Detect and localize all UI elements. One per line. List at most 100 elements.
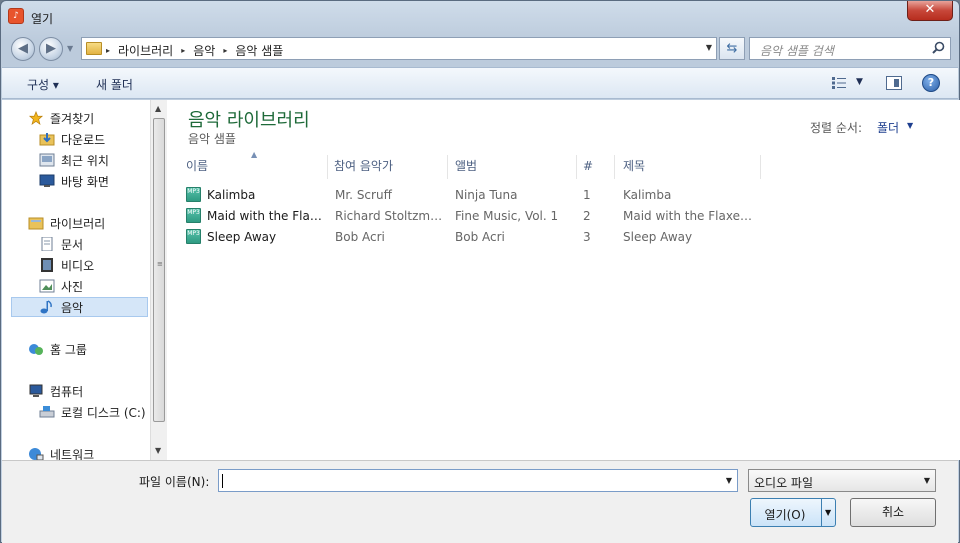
nav-item-desktop[interactable]: 바탕 화면 xyxy=(39,171,109,191)
music-note-icon xyxy=(40,300,52,314)
file-album: Ninja Tuna xyxy=(455,188,518,202)
star-icon xyxy=(28,111,44,125)
preview-pane-icon[interactable] xyxy=(886,76,902,90)
file-row-kalimba[interactable]: MP3 Kalimba Mr. Scruff Ninja Tuna 1 Kali… xyxy=(186,185,766,205)
scrollbar-grip: ≡ xyxy=(157,260,163,268)
search-icon[interactable] xyxy=(932,41,945,54)
nav-item-label: 최근 위치 xyxy=(61,153,109,168)
breadcrumb-separator[interactable]: ▸ xyxy=(181,46,185,55)
file-title: Kalimba xyxy=(623,188,672,202)
nav-item-label: 로컬 디스크 (C:) xyxy=(61,405,146,420)
breadcrumb: ▸ 라이브러리 ▸ 음악 ▸ 음악 샘플 xyxy=(106,42,283,59)
nav-item-label: 다운로드 xyxy=(61,132,106,147)
homegroup-icon xyxy=(29,344,43,355)
split-divider xyxy=(821,499,822,526)
scroll-up-arrow[interactable]: ▲ xyxy=(155,104,161,113)
nav-libraries[interactable]: 라이브러리 xyxy=(28,213,105,233)
file-title: Maid with the Flaxen ... xyxy=(623,209,758,223)
file-artist: Bob Acri xyxy=(335,230,385,244)
file-artist: Mr. Scruff xyxy=(335,188,392,202)
view-options-dropdown[interactable]: ▼ xyxy=(856,77,863,87)
breadcrumb-libraries[interactable]: 라이브러리 xyxy=(118,42,173,59)
scrollbar-thumb[interactable]: ≡ xyxy=(153,118,165,422)
network-icon xyxy=(29,448,44,460)
back-button[interactable]: ◀ xyxy=(11,37,35,61)
nav-item-downloads[interactable]: 다운로드 xyxy=(39,129,105,149)
address-dropdown[interactable]: ▼ xyxy=(706,43,712,52)
open-options-dropdown[interactable]: ▼ xyxy=(825,508,831,517)
breadcrumb-music-samples[interactable]: 음악 샘플 xyxy=(235,42,283,59)
nav-item-videos[interactable]: 비디오 xyxy=(39,255,94,275)
change-view-icon[interactable] xyxy=(832,77,846,89)
breadcrumb-separator[interactable]: ▸ xyxy=(223,46,227,55)
nav-item-recent-places[interactable]: 최근 위치 xyxy=(39,150,109,170)
open-button[interactable]: 열기(O) ▼ xyxy=(750,498,836,527)
computer-icon xyxy=(29,384,43,397)
file-title: Sleep Away xyxy=(623,230,693,244)
nav-network-label: 네트워크 xyxy=(50,447,95,461)
cancel-button[interactable]: 취소 xyxy=(850,498,936,527)
nav-item-label: 비디오 xyxy=(61,258,95,273)
open-button-label: 열기(O) xyxy=(764,508,806,522)
recent-pages-dropdown[interactable]: ▼ xyxy=(67,44,73,53)
library-title: 음악 라이브러리 xyxy=(188,110,310,131)
search-input[interactable]: 음악 샘플 검색 xyxy=(749,37,951,60)
recent-places-icon xyxy=(39,153,55,167)
window-title: 열기 xyxy=(31,12,54,26)
column-header-album[interactable]: 앨범 xyxy=(455,155,577,179)
refresh-button[interactable]: ⇆ xyxy=(719,37,745,60)
file-name: Kalimba xyxy=(207,188,256,202)
file-name-input[interactable]: ▼ xyxy=(218,469,738,492)
nav-favorites[interactable]: 즐겨찾기 xyxy=(28,108,94,128)
close-button[interactable]: ✕ xyxy=(907,1,953,21)
nav-item-music[interactable]: 음악 xyxy=(11,297,148,317)
nav-favorites-label: 즐겨찾기 xyxy=(50,111,95,126)
column-header-name[interactable]: 이름 xyxy=(186,155,328,179)
breadcrumb-separator[interactable]: ▸ xyxy=(106,46,110,55)
file-track-number: 3 xyxy=(583,230,591,244)
file-name-history-dropdown[interactable]: ▼ xyxy=(726,476,732,485)
nav-network[interactable]: 네트워크 xyxy=(28,444,94,460)
file-type-value: 오디오 파일 xyxy=(754,476,814,490)
nav-item-local-disk[interactable]: 로컬 디스크 (C:) xyxy=(39,402,146,422)
organize-button[interactable]: 구성 ▾ xyxy=(27,76,59,93)
file-type-select[interactable]: 오디오 파일 ▼ xyxy=(748,469,936,492)
file-track-number: 2 xyxy=(583,209,591,223)
navigation-scrollbar[interactable]: ▲ ≡ ▼ xyxy=(150,100,167,460)
nav-item-documents[interactable]: 문서 xyxy=(39,234,83,254)
library-subtitle: 음악 샘플 xyxy=(188,132,236,146)
local-disk-icon xyxy=(39,406,55,418)
title-bar[interactable]: ♪ 열기 ✕ xyxy=(1,1,959,33)
desktop-icon xyxy=(39,174,55,187)
scroll-down-arrow[interactable]: ▼ xyxy=(155,446,161,455)
file-list-pane: 음악 라이브러리 음악 샘플 정렬 순서: 폴더 ▼ ▲ 이름 참여 음악가 앨… xyxy=(167,100,960,460)
sort-by-label: 정렬 순서: xyxy=(810,121,863,135)
sort-by-dropdown[interactable]: 폴더 xyxy=(877,119,899,136)
column-header-artist[interactable]: 참여 음악가 xyxy=(334,155,448,179)
column-header-title[interactable]: 제목 xyxy=(623,155,761,179)
nav-item-pictures[interactable]: 사진 xyxy=(39,276,83,296)
forward-button[interactable]: ▶ xyxy=(39,37,63,61)
breadcrumb-music[interactable]: 음악 xyxy=(193,42,215,59)
mp3-file-icon: MP3 xyxy=(186,208,201,223)
new-folder-button[interactable]: 새 폴더 xyxy=(96,76,133,93)
file-name-label: 파일 이름(N): xyxy=(139,475,210,489)
downloads-folder-icon xyxy=(39,133,55,146)
nav-computer[interactable]: 컴퓨터 xyxy=(28,381,83,401)
file-artist: Richard Stoltzma... xyxy=(335,209,445,223)
nav-libraries-label: 라이브러리 xyxy=(50,216,106,231)
app-icon: ♪ xyxy=(8,8,24,24)
nav-homegroup-label: 홈 그룹 xyxy=(50,342,87,357)
navigation-pane: 즐겨찾기 다운로드 최근 위치 바탕 화면 라이브러리 문서 비디오 사진 음악… xyxy=(2,100,150,460)
nav-item-label: 문서 xyxy=(61,237,84,252)
nav-homegroup[interactable]: 홈 그룹 xyxy=(28,339,87,359)
command-bar: 구성 ▾ 새 폴더 ▼ ? xyxy=(2,67,958,99)
file-row-sleep-away[interactable]: MP3 Sleep Away Bob Acri Bob Acri 3 Sleep… xyxy=(186,227,766,247)
nav-item-label: 사진 xyxy=(61,279,84,294)
column-header-track-number[interactable]: # xyxy=(583,155,615,179)
nav-item-label: 음악 xyxy=(61,300,84,315)
help-icon[interactable]: ? xyxy=(922,74,940,92)
file-row-maid-with-the-flaxen-hair[interactable]: MP3 Maid with the Flax... Richard Stoltz… xyxy=(186,206,766,226)
address-bar[interactable]: ▸ 라이브러리 ▸ 음악 ▸ 음악 샘플 ▼ xyxy=(81,37,717,60)
chevron-down-icon[interactable]: ▼ xyxy=(907,121,913,130)
